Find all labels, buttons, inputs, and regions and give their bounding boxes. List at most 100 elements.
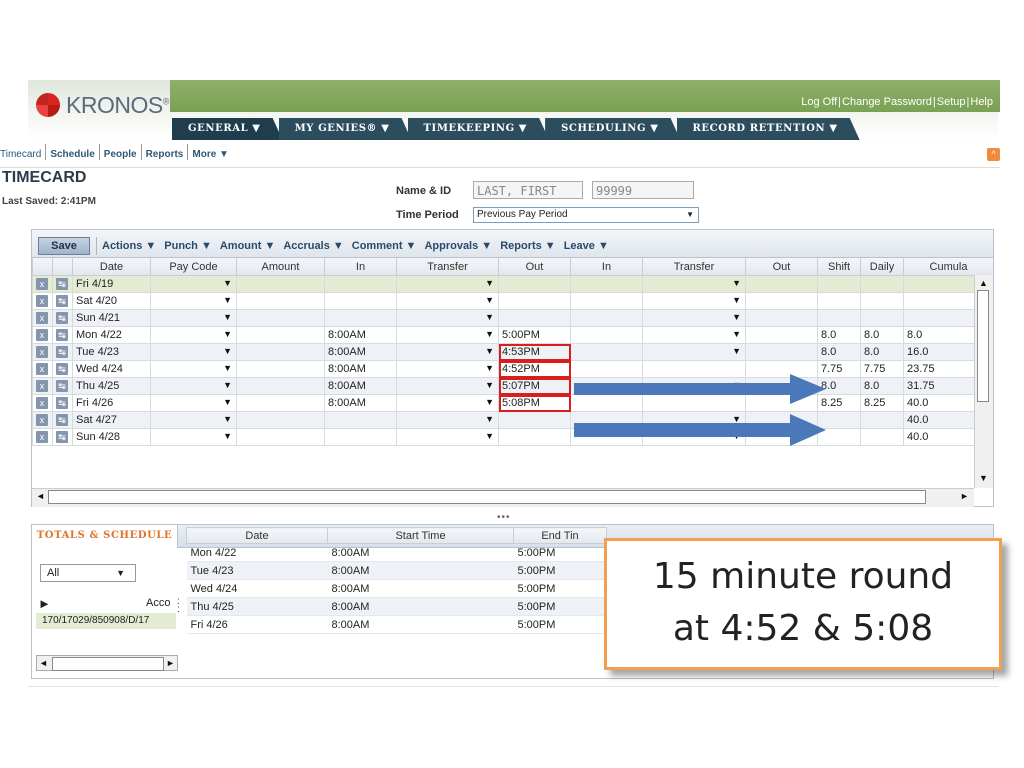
in-punch-cell[interactable]: 8:00AM xyxy=(324,343,397,361)
delete-cell[interactable]: x xyxy=(32,326,53,344)
date-cell[interactable]: Fri 4/19 xyxy=(72,275,151,293)
subnav-people[interactable]: People xyxy=(100,144,142,160)
insert-cell[interactable]: ↹ xyxy=(52,275,73,293)
insert-row-icon[interactable]: ↹ xyxy=(56,329,68,341)
subnav-timecard[interactable]: Timecard xyxy=(0,144,47,160)
chevron-down-icon[interactable]: ▼ xyxy=(732,431,741,441)
out-punch-cell[interactable] xyxy=(498,292,571,310)
in-punch-cell-2[interactable] xyxy=(570,360,643,378)
insert-row-icon[interactable]: ↹ xyxy=(56,312,68,324)
delete-row-icon[interactable]: x xyxy=(36,329,48,341)
chevron-down-icon[interactable]: ▼ xyxy=(223,346,232,356)
chevron-down-icon[interactable]: ▼ xyxy=(732,278,741,288)
grid-horizontal-scroll-thumb[interactable] xyxy=(48,490,926,504)
in-punch-cell-2[interactable] xyxy=(570,394,643,412)
pay-code-cell[interactable]: ▼ xyxy=(150,309,237,327)
amount-cell[interactable] xyxy=(236,411,325,429)
in-punch-cell-2[interactable] xyxy=(570,309,643,327)
transfer-cell-2[interactable]: ▼ xyxy=(642,377,746,395)
in-punch-cell[interactable] xyxy=(324,411,397,429)
leave-menu[interactable]: Leave ▼ xyxy=(564,240,609,252)
insert-row-icon[interactable]: ↹ xyxy=(56,414,68,426)
out-punch-cell-2[interactable] xyxy=(745,360,818,378)
scroll-right-icon[interactable]: ► xyxy=(960,491,969,501)
scroll-left-icon[interactable]: ◄ xyxy=(39,658,48,668)
out-punch-cell[interactable]: 5:08PM xyxy=(498,394,571,412)
chevron-down-icon[interactable]: ▼ xyxy=(485,295,494,305)
account-scroll-thumb[interactable] xyxy=(52,657,164,671)
daily-cell[interactable] xyxy=(860,275,904,293)
pay-code-cell[interactable]: ▼ xyxy=(150,360,237,378)
daily-cell[interactable] xyxy=(860,411,904,429)
shift-cell[interactable] xyxy=(817,309,861,327)
daily-cell[interactable] xyxy=(860,428,904,446)
pay-code-cell[interactable]: ▼ xyxy=(150,343,237,361)
tab-totals-schedule[interactable]: TOTALS & SCHEDULE xyxy=(32,525,178,548)
insert-cell[interactable]: ↹ xyxy=(52,428,73,446)
transfer-cell[interactable]: ▼ xyxy=(396,292,499,310)
pay-code-cell[interactable]: ▼ xyxy=(150,411,237,429)
comment-menu[interactable]: Comment ▼ xyxy=(352,240,417,252)
column-resize-icon[interactable]: :: xyxy=(177,597,180,615)
delete-cell[interactable]: x xyxy=(32,343,53,361)
transfer-cell-2[interactable]: ▼ xyxy=(642,428,746,446)
delete-row-icon[interactable]: x xyxy=(36,363,48,375)
insert-row-icon[interactable]: ↹ xyxy=(56,278,68,290)
logoff-link[interactable]: Log Off xyxy=(801,96,837,108)
resize-handle-icon[interactable]: ••• xyxy=(497,512,511,523)
delete-cell[interactable]: x xyxy=(32,428,53,446)
insert-row-icon[interactable]: ↹ xyxy=(56,431,68,443)
pay-code-cell[interactable]: ▼ xyxy=(150,326,237,344)
insert-row-icon[interactable]: ↹ xyxy=(56,363,68,375)
out-punch-cell-2[interactable] xyxy=(745,428,818,446)
insert-cell[interactable]: ↹ xyxy=(52,343,73,361)
pay-code-cell[interactable]: ▼ xyxy=(150,275,237,293)
shift-cell[interactable]: 7.75 xyxy=(817,360,861,378)
chevron-down-icon[interactable]: ▼ xyxy=(732,295,741,305)
daily-cell[interactable]: 8.0 xyxy=(860,326,904,344)
in-punch-cell[interactable]: 8:00AM xyxy=(324,360,397,378)
chevron-down-icon[interactable]: ▼ xyxy=(732,414,741,424)
shift-cell[interactable] xyxy=(817,428,861,446)
subnav-reports[interactable]: Reports xyxy=(142,144,189,160)
date-cell[interactable]: Sun 4/21 xyxy=(72,309,151,327)
daily-cell[interactable]: 8.25 xyxy=(860,394,904,412)
chevron-down-icon[interactable]: ▼ xyxy=(223,278,232,288)
out-punch-cell[interactable]: 5:00PM xyxy=(498,326,571,344)
amount-cell[interactable] xyxy=(236,309,325,327)
daily-cell[interactable] xyxy=(860,309,904,327)
in-punch-cell-2[interactable] xyxy=(570,411,643,429)
name-field[interactable]: LAST, FIRST xyxy=(473,181,583,199)
out-punch-cell[interactable]: 4:53PM xyxy=(498,343,571,361)
insert-cell[interactable]: ↹ xyxy=(52,360,73,378)
scroll-left-icon[interactable]: ◄ xyxy=(36,491,45,501)
in-punch-cell-2[interactable] xyxy=(570,292,643,310)
change-password-link[interactable]: Change Password xyxy=(842,96,932,108)
delete-row-icon[interactable]: x xyxy=(36,278,48,290)
out-punch-cell[interactable] xyxy=(498,428,571,446)
chevron-down-icon[interactable]: ▼ xyxy=(223,397,232,407)
actions-menu[interactable]: Actions ▼ xyxy=(102,240,156,252)
transfer-cell[interactable]: ▼ xyxy=(396,360,499,378)
scroll-down-icon[interactable]: ▼ xyxy=(979,473,988,483)
transfer-cell[interactable]: ▼ xyxy=(396,377,499,395)
insert-cell[interactable]: ↹ xyxy=(52,326,73,344)
transfer-cell[interactable]: ▼ xyxy=(396,428,499,446)
accruals-menu[interactable]: Accruals ▼ xyxy=(283,240,343,252)
delete-cell[interactable]: x xyxy=(32,309,53,327)
out-punch-cell-2[interactable] xyxy=(745,309,818,327)
chevron-down-icon[interactable]: ▼ xyxy=(485,363,494,373)
chevron-down-icon[interactable]: ▼ xyxy=(485,278,494,288)
chevron-down-icon[interactable]: ▼ xyxy=(223,380,232,390)
subnav-schedule[interactable]: Schedule xyxy=(46,144,100,160)
date-cell[interactable]: Thu 4/25 xyxy=(72,377,151,395)
amount-cell[interactable] xyxy=(236,275,325,293)
out-punch-cell[interactable]: 4:52PM xyxy=(498,360,571,378)
in-punch-cell[interactable] xyxy=(324,309,397,327)
date-cell[interactable]: Wed 4/24 xyxy=(72,360,151,378)
pay-code-cell[interactable]: ▼ xyxy=(150,428,237,446)
delete-row-icon[interactable]: x xyxy=(36,414,48,426)
time-period-select[interactable]: Previous Pay Period ▼ xyxy=(473,207,699,223)
amount-cell[interactable] xyxy=(236,343,325,361)
chevron-down-icon[interactable]: ▼ xyxy=(223,414,232,424)
